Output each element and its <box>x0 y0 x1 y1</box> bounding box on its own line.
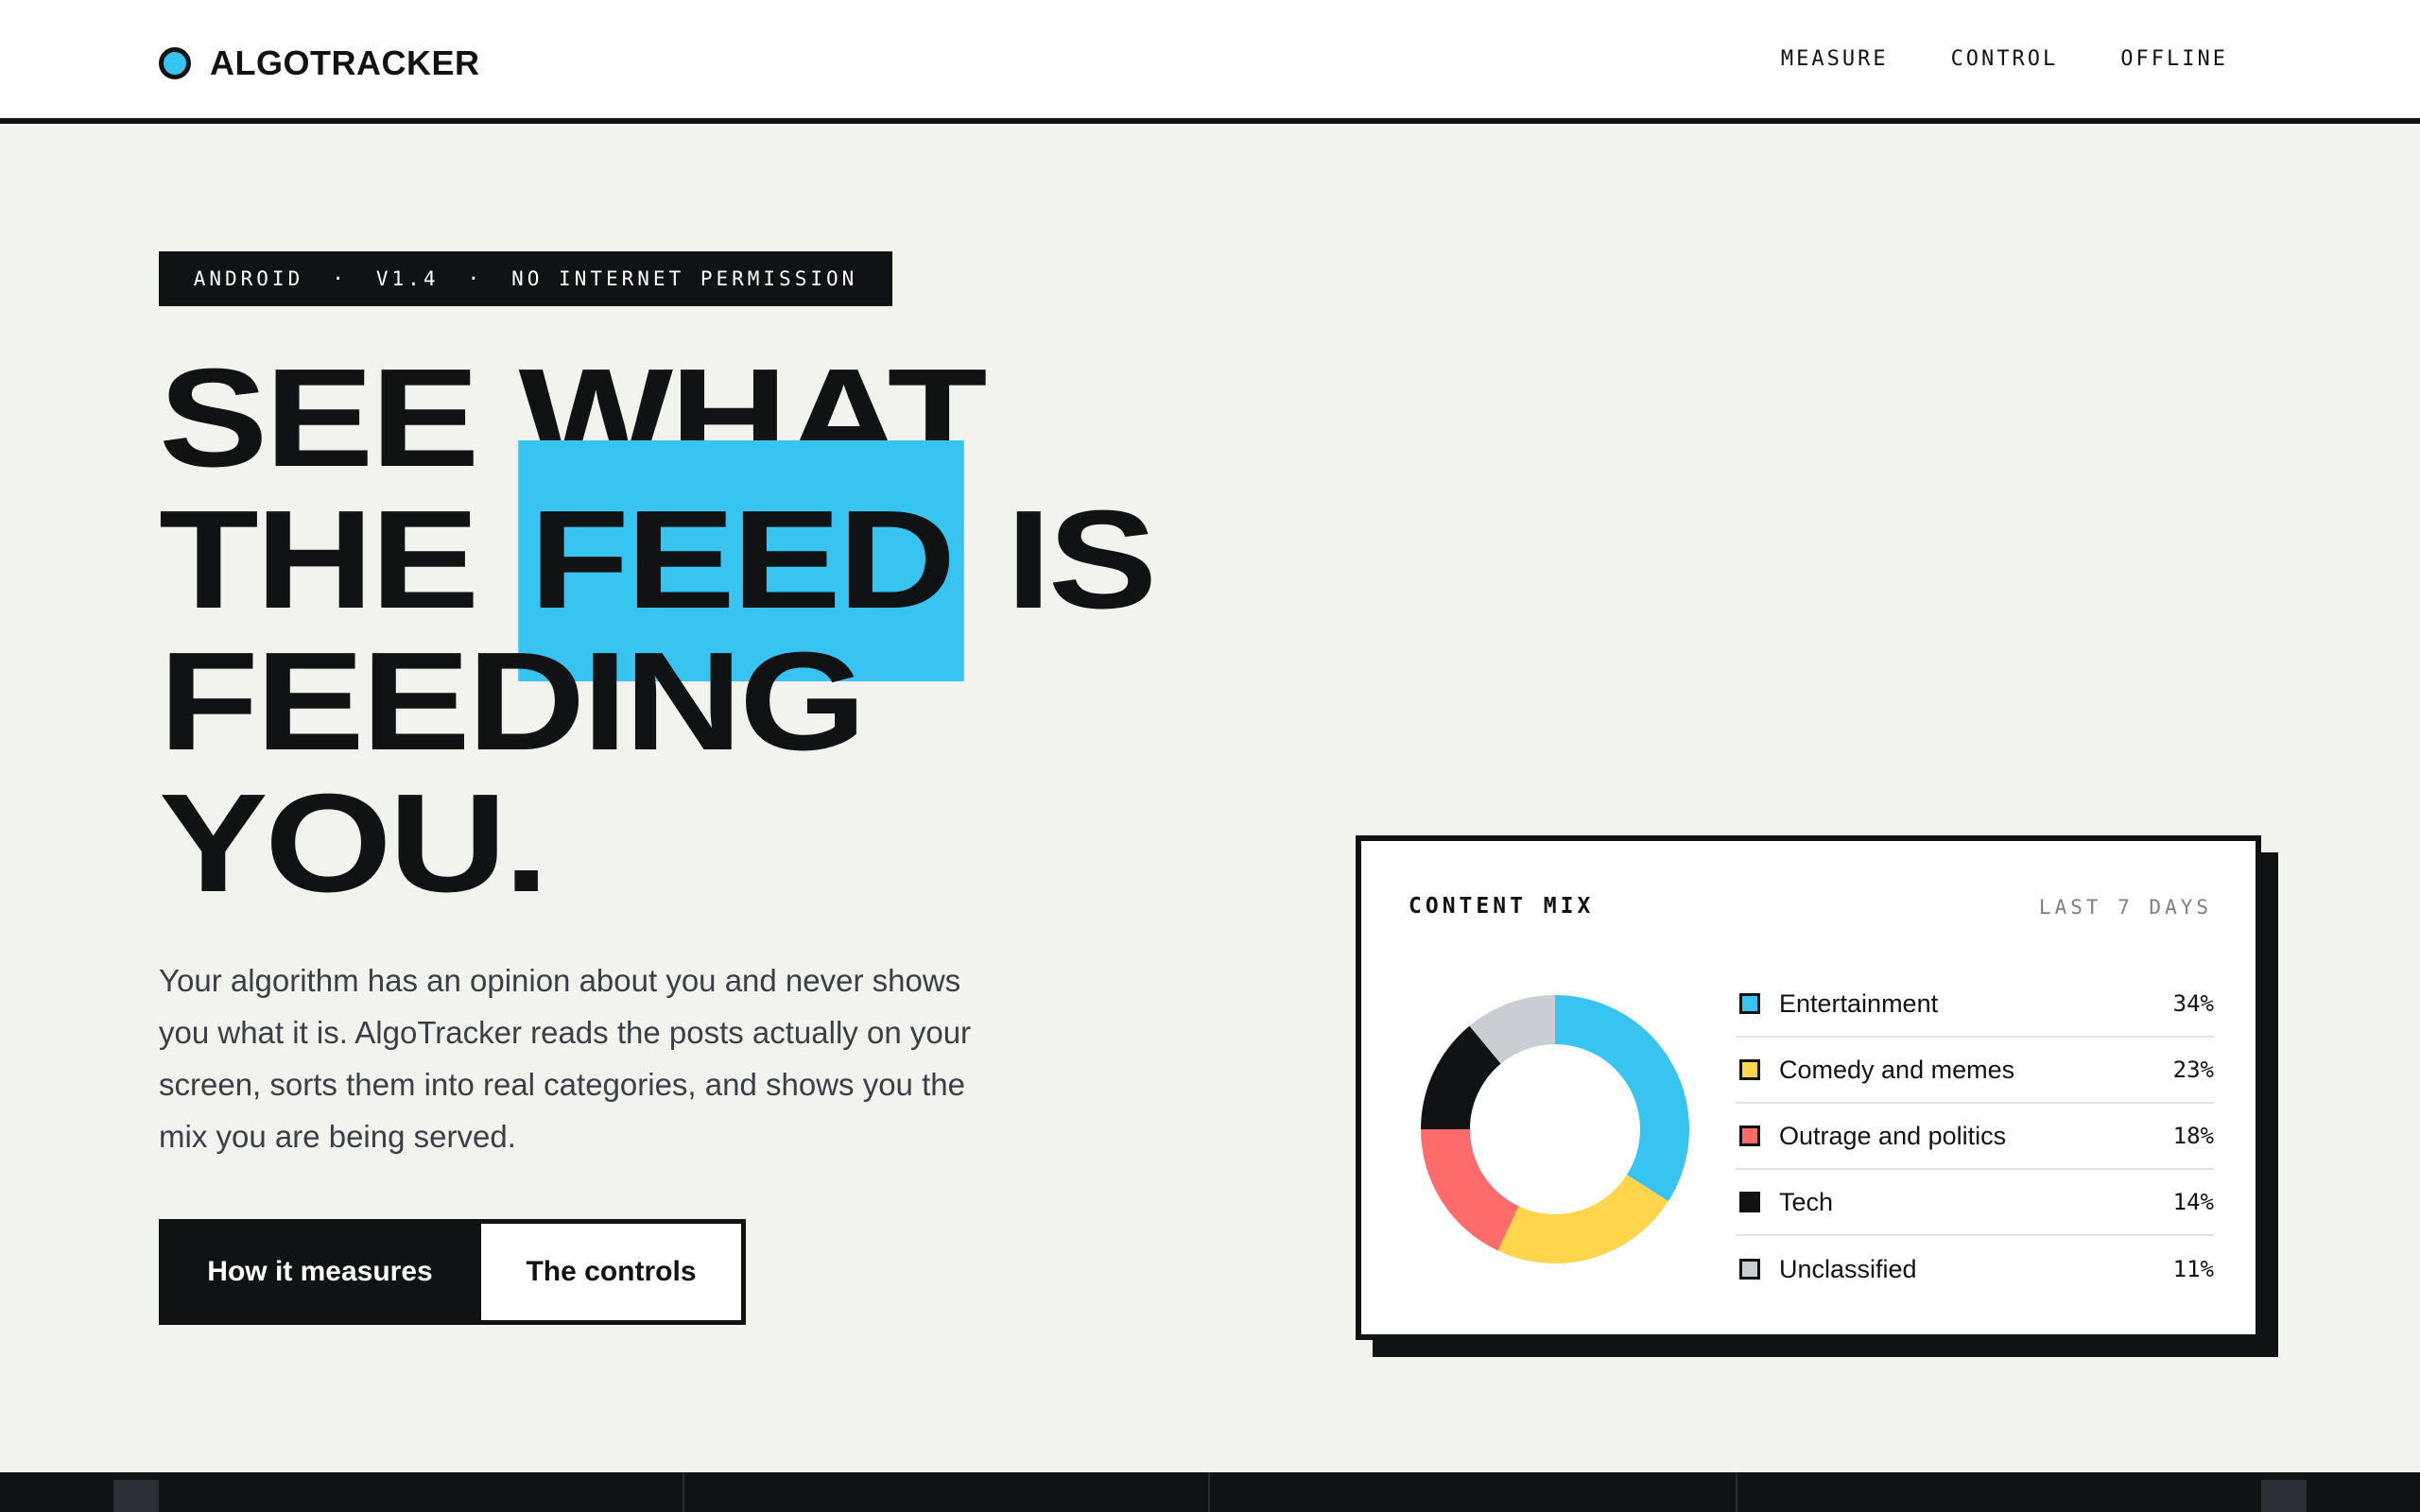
brand-logo[interactable]: ALGOTRACKER <box>159 43 479 83</box>
hero-headline: SEE WHAT THE FEED IS FEEDING YOU. <box>159 348 1157 921</box>
the-controls-button[interactable]: The controls <box>481 1219 746 1325</box>
headline-line-4: YOU. <box>159 765 549 921</box>
card-date-range: LAST 7 DAYS <box>2038 896 2212 919</box>
how-it-measures-button[interactable]: How it measures <box>159 1219 481 1325</box>
legend-item: Entertainment 34% <box>1736 971 2214 1038</box>
legend-swatch-icon <box>1739 1192 1760 1212</box>
site-header: ALGOTRACKER MEASURE CONTROL OFFLINE <box>0 0 2420 124</box>
donut-slice-comedy-and-memes <box>1497 1175 1668 1263</box>
badge-separator: · <box>332 267 348 290</box>
legend-item: Tech 14% <box>1736 1170 2214 1236</box>
next-section-band <box>0 1472 2420 1512</box>
headline-line-3: FEEDING <box>159 624 867 780</box>
donut-slice-outrage-and-politics <box>1421 1129 1519 1251</box>
legend-value: 18% <box>2172 1123 2214 1149</box>
content-mix-legend: Entertainment 34% Comedy and memes 23% O… <box>1736 971 2214 1302</box>
main-nav: MEASURE CONTROL OFFLINE <box>1719 47 2228 71</box>
nav-link-measure[interactable]: MEASURE <box>1781 47 1889 71</box>
legend-item: Unclassified 11% <box>1736 1236 2214 1302</box>
legend-label: Unclassified <box>1779 1254 1917 1283</box>
legend-item: Outrage and politics 18% <box>1736 1104 2214 1170</box>
legend-label: Comedy and memes <box>1779 1055 2015 1084</box>
badge-version: V1.4 <box>375 267 440 290</box>
legend-swatch-icon <box>1739 993 1760 1014</box>
headline-line-2-post: IS <box>963 482 1157 638</box>
legend-value: 14% <box>2172 1189 2214 1215</box>
content-mix-donut-chart <box>1421 995 1689 1263</box>
platform-badge: ANDROID · V1.4 · NO INTERNET PERMISSION <box>159 251 892 306</box>
headline-line-2-pre: THE <box>159 482 519 638</box>
content-mix-card: CONTENT MIX LAST 7 DAYS Entertainment 34… <box>1356 835 2261 1340</box>
headline-highlight: FEED <box>518 482 963 638</box>
band-tile <box>2261 1480 2307 1512</box>
legend-label: Tech <box>1779 1187 1834 1216</box>
nav-link-control[interactable]: CONTROL <box>1951 47 2059 71</box>
hero-description: Your algorithm has an opinion about you … <box>159 963 972 1154</box>
legend-swatch-icon <box>1739 1259 1760 1280</box>
legend-value: 34% <box>2172 990 2214 1017</box>
band-tile <box>113 1480 159 1512</box>
brand-name: ALGOTRACKER <box>210 43 480 82</box>
nav-link-offline[interactable]: OFFLINE <box>2120 47 2228 71</box>
badge-platform: ANDROID <box>193 267 304 290</box>
legend-item: Comedy and memes 23% <box>1736 1038 2214 1104</box>
band-divider <box>683 1472 684 1512</box>
legend-label: Outrage and politics <box>1779 1121 2007 1150</box>
legend-value: 23% <box>2172 1057 2214 1083</box>
legend-swatch-icon <box>1739 1059 1760 1080</box>
legend-value: 11% <box>2172 1256 2214 1282</box>
cta-group: How it measures The controls <box>159 1219 746 1325</box>
legend-swatch-icon <box>1739 1125 1760 1146</box>
badge-separator: · <box>467 267 484 290</box>
donut-slice-entertainment <box>1555 995 1689 1202</box>
brand-dot-icon <box>159 47 191 79</box>
card-title: CONTENT MIX <box>1409 894 1595 919</box>
badge-permission: NO INTERNET PERMISSION <box>511 267 858 290</box>
headline-line-2: THE FEED IS <box>159 490 1157 631</box>
band-divider <box>1736 1472 1737 1512</box>
legend-label: Entertainment <box>1779 988 1939 1018</box>
band-divider <box>1208 1472 1210 1512</box>
